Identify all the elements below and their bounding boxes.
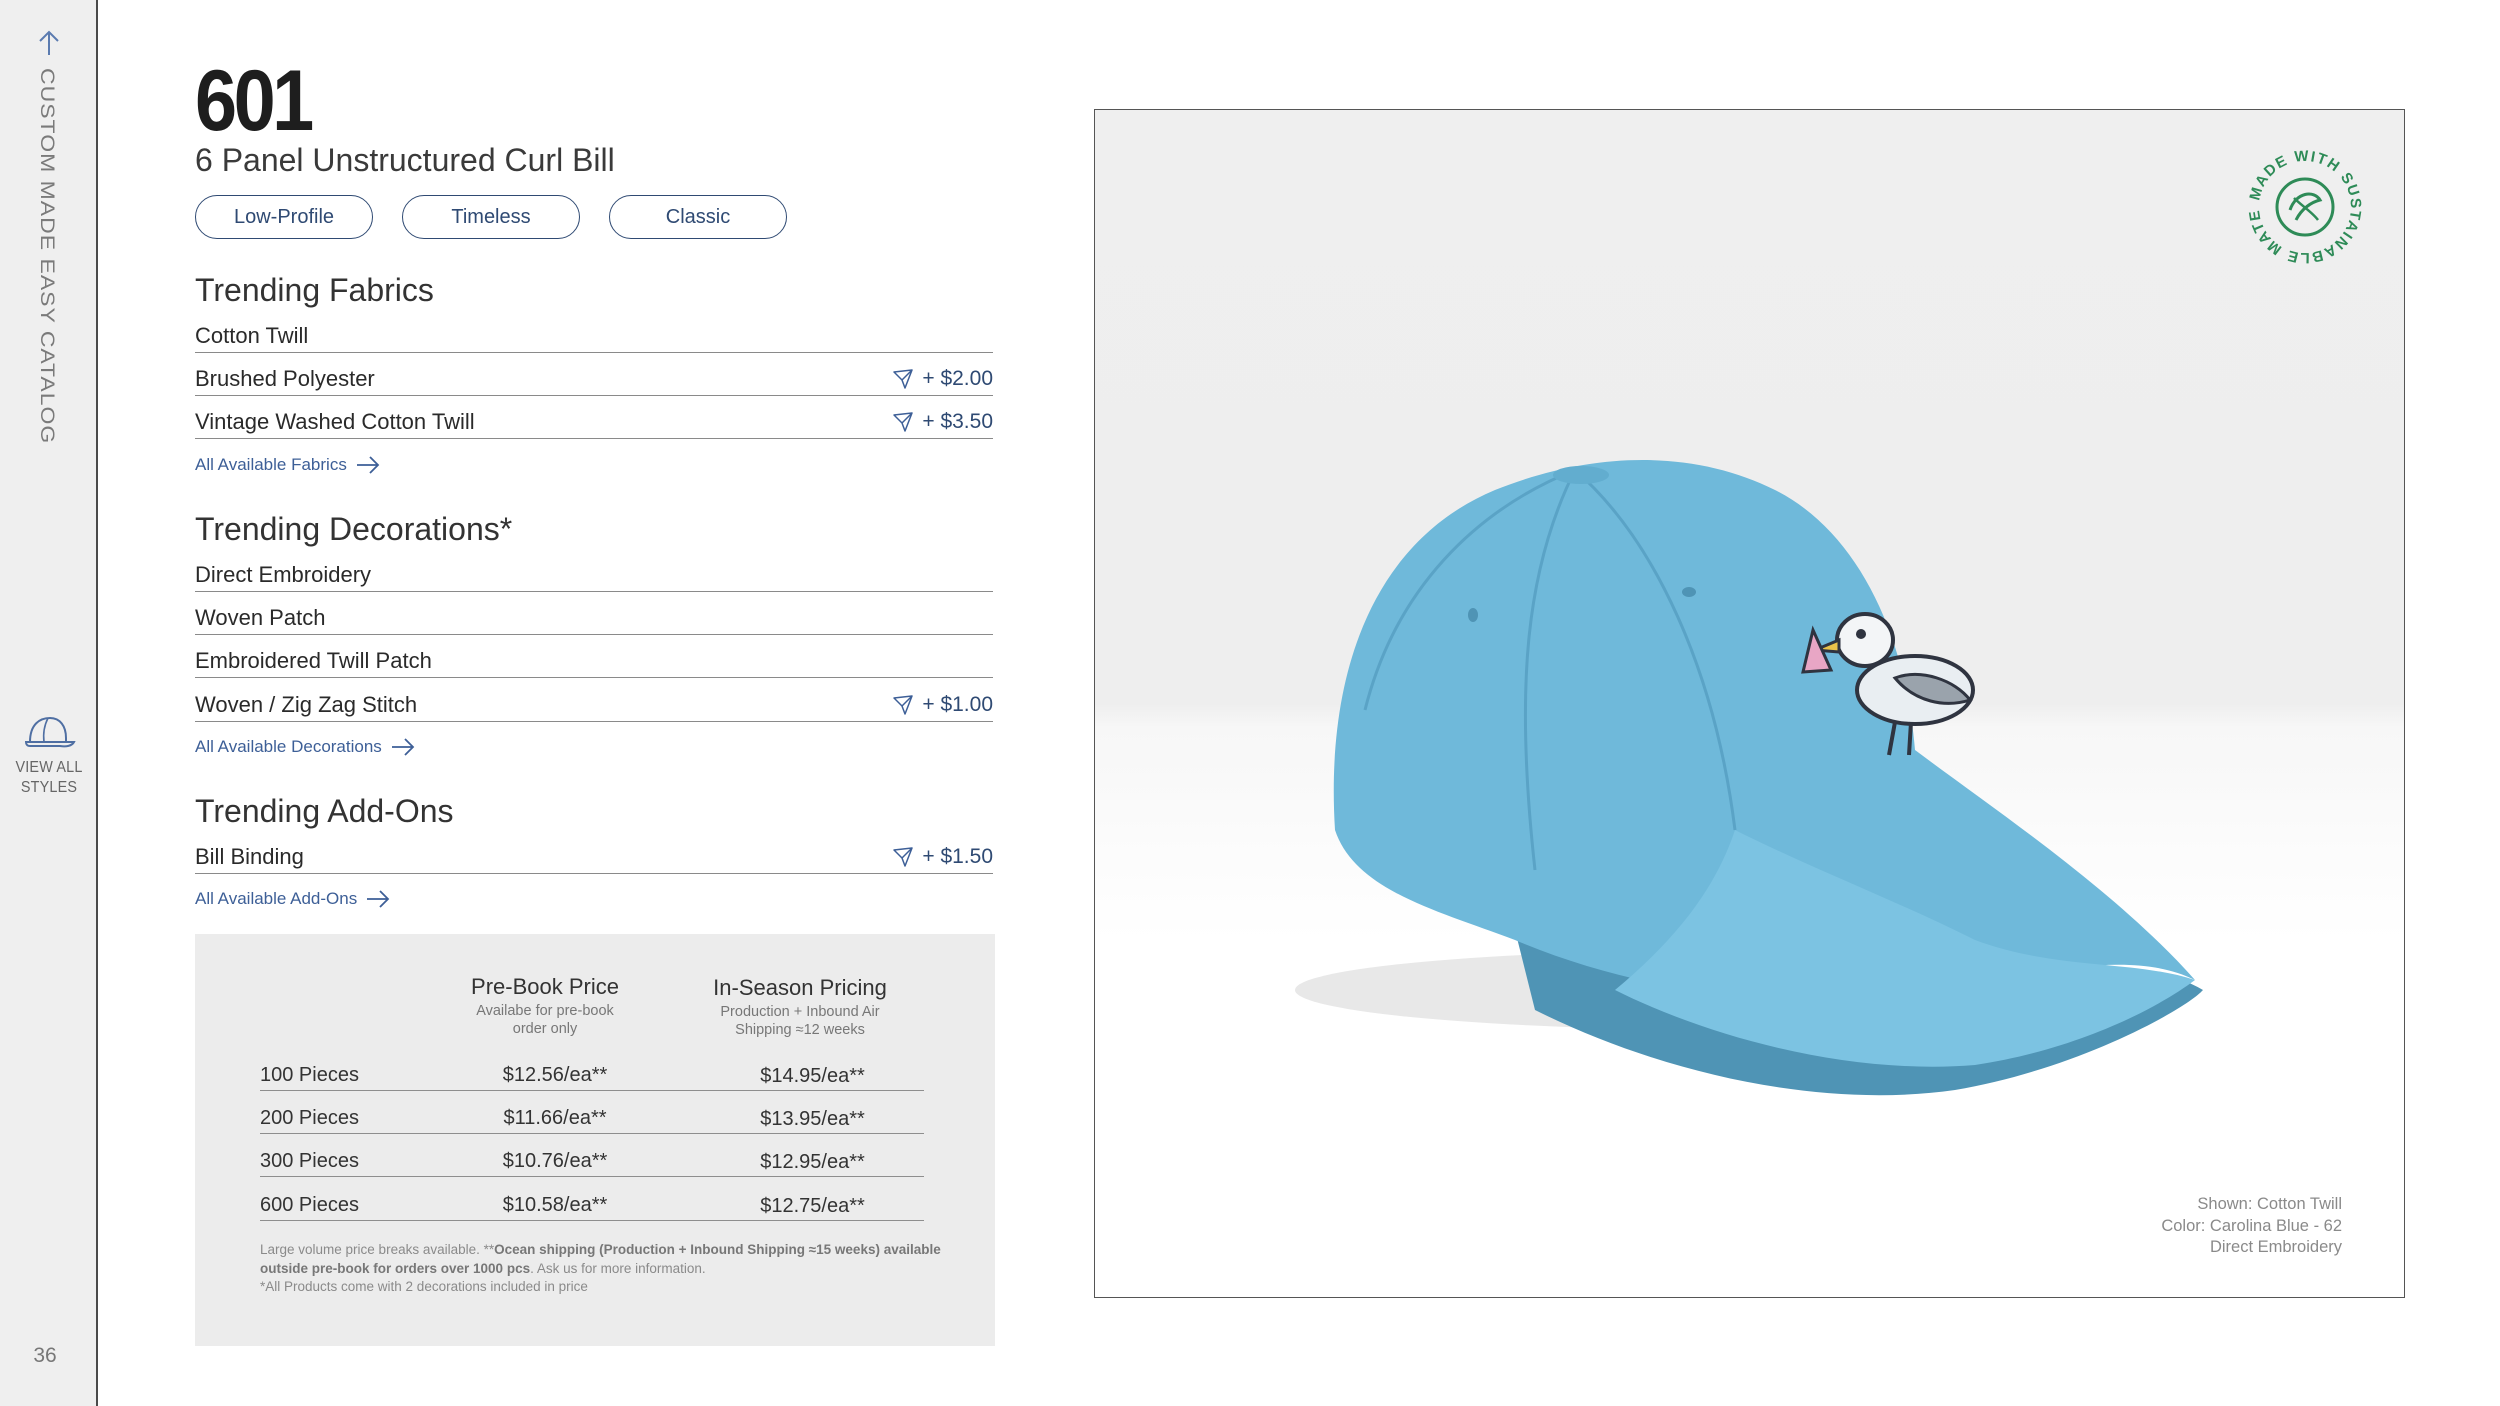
cap-illustration bbox=[1295, 460, 2203, 1096]
prebook-cell: $10.76/ea** bbox=[502, 1150, 608, 1172]
fabric-row: Cotton Twill bbox=[195, 311, 993, 353]
pricing-footnote: Large volume price breaks available. **O… bbox=[260, 1241, 960, 1297]
prebook-header: Pre-Book Price Availabe for pre-book ord… bbox=[455, 974, 635, 1038]
prebook-cell: $12.56/ea** bbox=[502, 1064, 608, 1086]
paper-plane-icon bbox=[893, 412, 914, 432]
fabric-label: Brushed Polyester bbox=[195, 366, 375, 391]
fabric-price: + $3.50 bbox=[922, 410, 993, 433]
decoration-label: Woven / Zig Zag Stitch bbox=[195, 692, 418, 717]
decoration-label: Direct Embroidery bbox=[195, 562, 372, 587]
inseason-subtitle-line: Production + Inbound Air bbox=[720, 1004, 880, 1020]
all-fabrics-link[interactable]: All Available Fabrics bbox=[195, 455, 381, 475]
inseason-cell: $14.95/ea** bbox=[760, 1065, 865, 1087]
tag-low-profile[interactable]: Low-Profile bbox=[195, 195, 373, 239]
caption-line: Shown: Cotton Twill bbox=[2197, 1195, 2342, 1213]
page-number: 36 bbox=[33, 1344, 57, 1367]
decoration-row: Woven Patch bbox=[195, 593, 993, 635]
all-decorations-link[interactable]: All Available Decorations bbox=[195, 737, 416, 757]
sustainable-badge-icon: MADE WITH SUSTAINABLE MATERIALS bbox=[2246, 148, 2363, 266]
footnote-text-end: . Ask us for more information. bbox=[530, 1260, 706, 1276]
arrow-right-icon bbox=[356, 456, 380, 474]
prebook-subtitle-line: order only bbox=[512, 1021, 578, 1037]
view-all-styles-button[interactable]: VIEW ALL STYLES bbox=[0, 712, 98, 798]
inseason-title: In-Season Pricing bbox=[713, 975, 887, 1000]
all-decorations-label: All Available Decorations bbox=[195, 737, 382, 756]
table-row: 600 Pieces $10.58/ea** $12.75/ea** bbox=[260, 1180, 924, 1221]
product-photo: MADE WITH SUSTAINABLE MATERIALS Shown: C… bbox=[1094, 109, 2405, 1298]
all-addons-label: All Available Add-Ons bbox=[195, 889, 358, 908]
decoration-label: Woven Patch bbox=[195, 605, 326, 630]
qty-cell: 100 Pieces bbox=[260, 1064, 359, 1086]
all-addons-link[interactable]: All Available Add-Ons bbox=[195, 889, 391, 909]
inseason-cell: $12.75/ea** bbox=[760, 1195, 865, 1217]
paper-plane-icon bbox=[893, 369, 914, 389]
pricing-table: Pre-Book Price Availabe for pre-book ord… bbox=[195, 934, 995, 1346]
side-rail: CUSTOM MADE EASY CATALOG VIEW ALL STYLES… bbox=[0, 0, 98, 1406]
view-all-label-2: STYLES bbox=[20, 779, 78, 796]
prebook-title: Pre-Book Price bbox=[471, 974, 619, 999]
caption-line: Color: Carolina Blue - 62 bbox=[2161, 1216, 2342, 1235]
photo-caption: Shown: Cotton Twill Color: Carolina Blue… bbox=[2161, 1194, 2342, 1259]
caption-line: Direct Embroidery bbox=[2209, 1238, 2342, 1256]
paper-plane-icon bbox=[893, 847, 914, 867]
cap-icon bbox=[24, 716, 76, 748]
tag-timeless[interactable]: Timeless bbox=[402, 195, 580, 239]
decoration-row: Embroidered Twill Patch bbox=[195, 636, 993, 678]
arrow-right-icon bbox=[367, 890, 390, 908]
style-tags: Low-Profile Timeless Classic bbox=[195, 195, 787, 239]
paper-plane-icon bbox=[893, 695, 914, 715]
arrow-up-icon[interactable] bbox=[34, 28, 64, 58]
fabric-row: Vintage Washed Cotton Twill + $3.50 bbox=[195, 397, 993, 439]
addon-row: Bill Binding + $1.50 bbox=[195, 832, 993, 874]
inseason-subtitle: Production + Inbound Air Shipping ≈12 we… bbox=[695, 1003, 905, 1039]
inseason-subtitle-line: Shipping ≈12 weeks bbox=[735, 1022, 865, 1038]
view-all-label-1: VIEW ALL bbox=[15, 759, 83, 776]
all-fabrics-label: All Available Fabrics bbox=[195, 455, 347, 474]
prebook-cell: $11.66/ea** bbox=[503, 1107, 607, 1129]
prebook-subtitle: Availabe for pre-book order only bbox=[455, 1002, 635, 1038]
decoration-row: Woven / Zig Zag Stitch + $1.00 bbox=[195, 680, 993, 722]
fabrics-title: Trending Fabrics bbox=[195, 272, 434, 308]
qty-cell: 200 Pieces bbox=[260, 1107, 359, 1129]
qty-cell: 300 Pieces bbox=[260, 1150, 359, 1172]
decorations-title: Trending Decorations* bbox=[195, 511, 513, 547]
footnote-line: *All Products come with 2 decorations in… bbox=[260, 1279, 588, 1294]
inseason-header: In-Season Pricing Production + Inbound A… bbox=[695, 975, 905, 1039]
inseason-cell: $12.95/ea** bbox=[760, 1151, 865, 1173]
style-number: 601 bbox=[195, 53, 314, 149]
decoration-row: Direct Embroidery bbox=[195, 550, 993, 592]
decoration-price: + $1.00 bbox=[922, 693, 993, 716]
fabric-row: Brushed Polyester + $2.00 bbox=[195, 354, 993, 396]
style-name: 6 Panel Unstructured Curl Bill bbox=[195, 142, 615, 178]
inseason-cell: $13.95/ea** bbox=[760, 1108, 865, 1130]
fabric-label: Cotton Twill bbox=[195, 323, 309, 348]
catalog-title: CUSTOM MADE EASY CATALOG bbox=[36, 68, 59, 445]
table-row: 300 Pieces $10.76/ea** $12.95/ea** bbox=[260, 1136, 924, 1177]
fabric-label: Vintage Washed Cotton Twill bbox=[195, 409, 475, 434]
qty-cell: 600 Pieces bbox=[260, 1194, 359, 1216]
prebook-cell: $10.58/ea** bbox=[502, 1194, 608, 1216]
decoration-label: Embroidered Twill Patch bbox=[195, 648, 432, 673]
table-row: 100 Pieces $12.56/ea** $14.95/ea** bbox=[260, 1050, 924, 1091]
footnote-text: Large volume price breaks available. ** bbox=[260, 1242, 495, 1257]
addon-label: Bill Binding bbox=[195, 844, 304, 869]
addon-price: + $1.50 bbox=[922, 845, 993, 868]
arrow-right-icon bbox=[391, 738, 415, 756]
footnote-line: Large volume price breaks available. **O… bbox=[260, 1241, 960, 1278]
table-row: 200 Pieces $11.66/ea** $13.95/ea** bbox=[260, 1093, 924, 1134]
fabric-price: + $2.00 bbox=[922, 367, 993, 390]
prebook-subtitle-line: Availabe for pre-book bbox=[476, 1003, 614, 1019]
tag-classic[interactable]: Classic bbox=[609, 195, 787, 239]
addons-title: Trending Add-Ons bbox=[195, 793, 454, 829]
